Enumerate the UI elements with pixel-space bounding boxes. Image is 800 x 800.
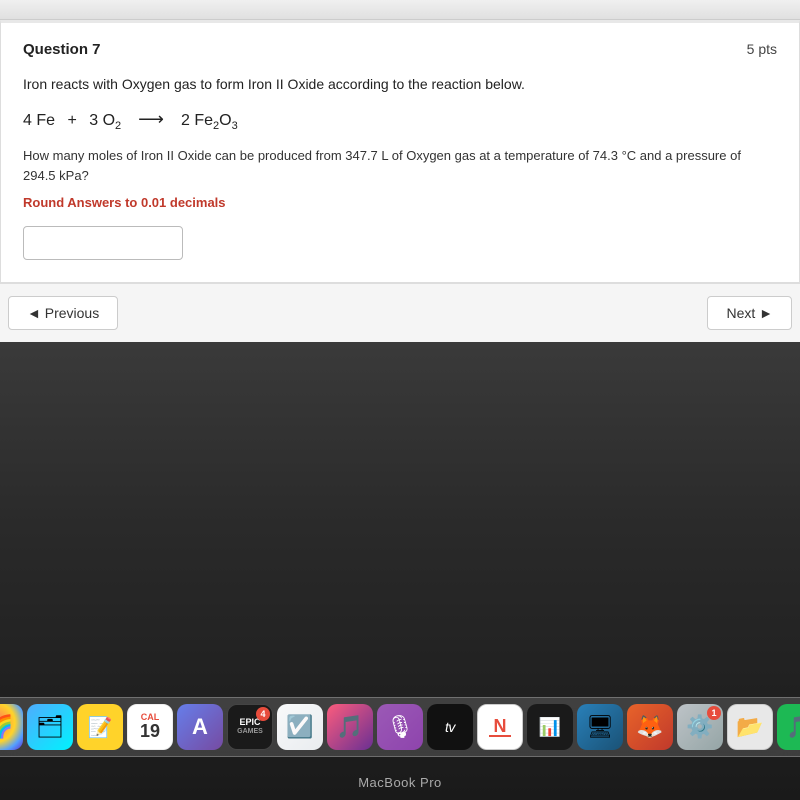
dock-icon-keynote[interactable]: 🖥 — [577, 704, 623, 750]
macbook-label: MacBook Pro — [358, 775, 442, 790]
top-bar — [0, 0, 800, 20]
eq-reactant1: 4 Fe — [23, 112, 55, 130]
answer-input[interactable] — [23, 226, 183, 260]
eq-arrow: ⟶ — [133, 109, 169, 130]
eq-plus: + — [63, 112, 81, 130]
eq-reactant2: 3 O2 — [89, 112, 121, 132]
dock-icon-news[interactable]: N — [477, 704, 523, 750]
question-header: Question 7 5 pts — [23, 41, 777, 58]
previous-button[interactable]: ◄ Previous — [8, 296, 118, 330]
quiz-container: Question 7 5 pts Iron reacts with Oxygen… — [0, 20, 800, 342]
nav-bar: ◄ Previous Next ► — [0, 283, 800, 342]
dock-icon-spotify[interactable]: 🎵 — [777, 704, 800, 750]
dock-icon-firefox[interactable]: 🦊 — [627, 704, 673, 750]
next-button[interactable]: Next ► — [707, 296, 792, 330]
dock: 🌈 🗂 📝 CAL 19 A EPIC GAMES 4 ☑️ 🎵 🎙 — [0, 697, 800, 757]
dock-icon-podcasts[interactable]: 🎙 — [377, 704, 423, 750]
mac-desktop: 🌈 🗂 📝 CAL 19 A EPIC GAMES 4 ☑️ 🎵 🎙 — [0, 342, 800, 800]
dock-icon-itunes[interactable]: 🎵 — [327, 704, 373, 750]
question-card: Question 7 5 pts Iron reacts with Oxygen… — [0, 20, 800, 283]
dock-icon-stocks[interactable]: 📊 — [527, 704, 573, 750]
question-points: 5 pts — [747, 41, 777, 57]
round-notice: Round Answers to 0.01 decimals — [23, 195, 777, 210]
sub-question-text: How many moles of Iron II Oxide can be p… — [23, 146, 777, 185]
dock-icon-calendar[interactable]: CAL 19 — [127, 704, 173, 750]
dock-icon-system-prefs[interactable]: ⚙️ 1 — [677, 704, 723, 750]
question-title: Question 7 — [23, 41, 101, 58]
eq-product: 2 Fe2O3 — [181, 112, 238, 132]
dock-icon-finder[interactable]: 🗂 — [27, 704, 73, 750]
dock-icon-photos[interactable]: 🌈 — [0, 704, 23, 750]
svg-text:N: N — [494, 716, 507, 736]
dock-icon-notes[interactable]: 📝 — [77, 704, 123, 750]
question-intro: Iron reacts with Oxygen gas to form Iron… — [23, 74, 777, 95]
dock-icon-epic-games[interactable]: EPIC GAMES 4 — [227, 704, 273, 750]
chemical-equation: 4 Fe + 3 O2 ⟶ 2 Fe2O3 — [23, 109, 777, 132]
dock-icon-reminders[interactable]: ☑️ — [277, 704, 323, 750]
dock-icon-apple-tv[interactable]: tv — [427, 704, 473, 750]
dock-icon-launchpad[interactable]: A — [177, 704, 223, 750]
dock-icon-files[interactable]: 📂 — [727, 704, 773, 750]
